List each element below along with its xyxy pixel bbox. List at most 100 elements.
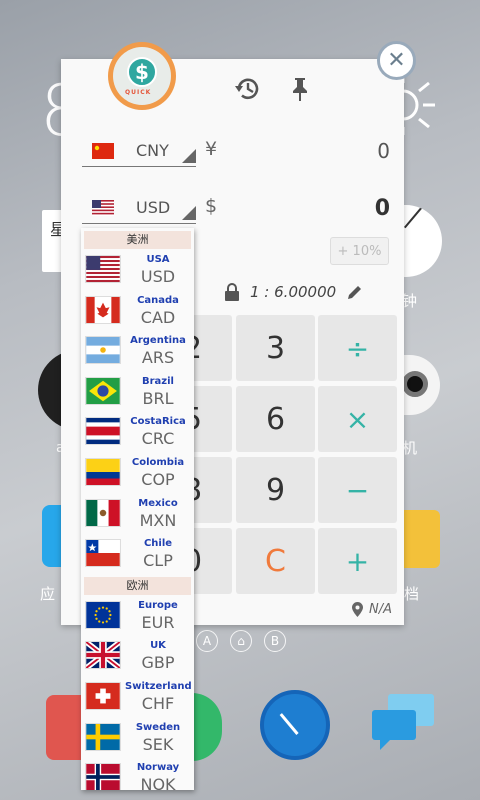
currency-country-name: Sweden: [135, 721, 181, 733]
currency-code: USD: [140, 267, 176, 286]
ca-flag-icon: [85, 295, 121, 324]
currency-code: CRC: [141, 429, 175, 449]
no-flag-icon: [85, 763, 121, 790]
list-item-crc[interactable]: CostaRica CRC: [81, 411, 194, 452]
documents-label: 档: [404, 585, 420, 603]
list-item-chf[interactable]: Switzerland CHF: [81, 676, 194, 717]
currency-code: EUR: [141, 612, 175, 632]
currency-code: GBP: [141, 653, 175, 673]
currency-country-name: Colombia: [131, 456, 185, 468]
ch-flag-icon: [85, 681, 121, 710]
history-icon[interactable]: [234, 75, 262, 103]
ar-flag-icon: [85, 336, 121, 365]
currency-code: SEK: [142, 734, 174, 754]
gb-flag-icon: [85, 641, 121, 670]
list-item-cop[interactable]: Colombia COP: [81, 452, 194, 493]
key-6[interactable]: 6: [236, 386, 315, 452]
phone-app-icon[interactable]: [192, 693, 222, 761]
list-item-gbp[interactable]: UK GBP: [81, 635, 194, 676]
close-icon: ✕: [387, 48, 406, 73]
location-text: N/A: [369, 602, 392, 617]
list-item-eur[interactable]: Europe EUR: [81, 595, 194, 636]
messages-app-icon[interactable]: [372, 694, 434, 752]
currency-country-name: Mexico: [138, 497, 178, 509]
list-item-sek[interactable]: Sweden SEK: [81, 717, 194, 758]
location-indicator: N/A: [352, 602, 392, 617]
pin-icon[interactable]: [288, 76, 312, 102]
quick-app-logo: $ QUICK: [108, 42, 176, 110]
list-item-brl[interactable]: Brazil BRL: [81, 371, 194, 412]
currency-code: NOK: [140, 775, 176, 790]
from-currency-dropdown-arrow[interactable]: [182, 149, 196, 163]
dollar-coin-icon: $: [127, 57, 157, 87]
key-minus[interactable]: −: [318, 457, 397, 523]
key-multiply[interactable]: ×: [318, 386, 397, 452]
currency-country-name: Europe: [138, 599, 178, 611]
currency-code: COP: [141, 469, 175, 489]
exchange-rate-row: 1 : 6.00000: [224, 280, 364, 304]
list-item-ars[interactable]: Argentina ARS: [81, 330, 194, 371]
page-indicator: A ⌂ B: [196, 630, 286, 652]
location-pin-icon: [352, 602, 363, 617]
currency-code: CAD: [140, 307, 176, 327]
us-flag-icon: [85, 255, 121, 283]
group-header-americas: 美洲: [84, 231, 191, 249]
cl-flag-icon: [85, 539, 121, 568]
currency-code: CLP: [143, 551, 173, 571]
key-plus[interactable]: +: [318, 528, 397, 594]
to-currency-dropdown-arrow[interactable]: [182, 206, 196, 220]
cr-flag-icon: [85, 417, 121, 446]
camera-app-label: 机: [402, 439, 418, 457]
browser-compass-icon[interactable]: [260, 690, 330, 760]
co-flag-icon: [85, 457, 121, 486]
app-store-label: 应: [40, 585, 56, 603]
key-3[interactable]: 3: [236, 315, 315, 381]
currency-country-name: CostaRica: [130, 416, 186, 428]
currency-country-name: Brazil: [142, 375, 174, 387]
currency-code: CHF: [141, 693, 175, 713]
currency-country-name: Canada: [137, 294, 179, 306]
currency-country-name: Switzerland: [125, 680, 192, 692]
from-currency-row: CNY ¥ 0: [78, 133, 396, 173]
to-currency-row: USD $ 0: [78, 190, 396, 230]
currency-country-name: Norway: [136, 762, 180, 774]
currency-dropdown-list[interactable]: 美洲 USA USD Canada CAD Argentina ARS Braz…: [81, 228, 194, 790]
camera-app-icon[interactable]: [400, 355, 440, 415]
to-currency-code[interactable]: USD: [136, 198, 170, 217]
from-amount-field[interactable]: 0: [377, 139, 390, 163]
key-clear[interactable]: C: [236, 528, 315, 594]
cn-flag-icon: [92, 143, 114, 159]
list-item-usd[interactable]: USA USD: [81, 249, 194, 290]
list-item-nok[interactable]: Norway NOK: [81, 757, 194, 790]
list-item-mxn[interactable]: Mexico MXN: [81, 493, 194, 534]
exchange-rate-text: 1 : 6.00000: [250, 283, 337, 301]
lock-icon[interactable]: [224, 283, 240, 301]
list-item-cad[interactable]: Canada CAD: [81, 290, 194, 331]
to-amount-field[interactable]: 0: [375, 196, 390, 221]
close-button[interactable]: ✕: [377, 41, 416, 80]
currency-country-name: Chile: [143, 538, 173, 550]
home-dot-icon[interactable]: ⌂: [230, 630, 252, 652]
from-currency-code[interactable]: CNY: [136, 141, 169, 160]
percent-markup-button[interactable]: + 10%: [330, 237, 389, 265]
page-dot-b[interactable]: B: [264, 630, 286, 652]
key-divide[interactable]: ÷: [318, 315, 397, 381]
currency-code: BRL: [142, 388, 174, 408]
page-dot-a[interactable]: A: [196, 630, 218, 652]
currency-country-name: USA: [146, 254, 170, 265]
contacts-app-icon[interactable]: [46, 695, 86, 760]
edit-pencil-icon[interactable]: [346, 283, 364, 301]
list-item-clp[interactable]: Chile CLP: [81, 533, 194, 574]
clock-app-label: 钟: [402, 292, 418, 310]
documents-folder-icon[interactable]: [402, 510, 440, 568]
eu-flag-icon: [85, 600, 121, 629]
key-9[interactable]: 9: [236, 457, 315, 523]
us-flag-icon: [92, 200, 114, 216]
br-flag-icon: [85, 376, 121, 405]
from-currency-symbol: ¥: [205, 138, 218, 160]
group-header-europe: 欧洲: [84, 576, 191, 595]
to-currency-symbol: $: [205, 195, 218, 217]
logo-text: QUICK: [125, 89, 152, 96]
clock-app-icon[interactable]: [398, 205, 442, 277]
mx-flag-icon: [85, 498, 121, 527]
